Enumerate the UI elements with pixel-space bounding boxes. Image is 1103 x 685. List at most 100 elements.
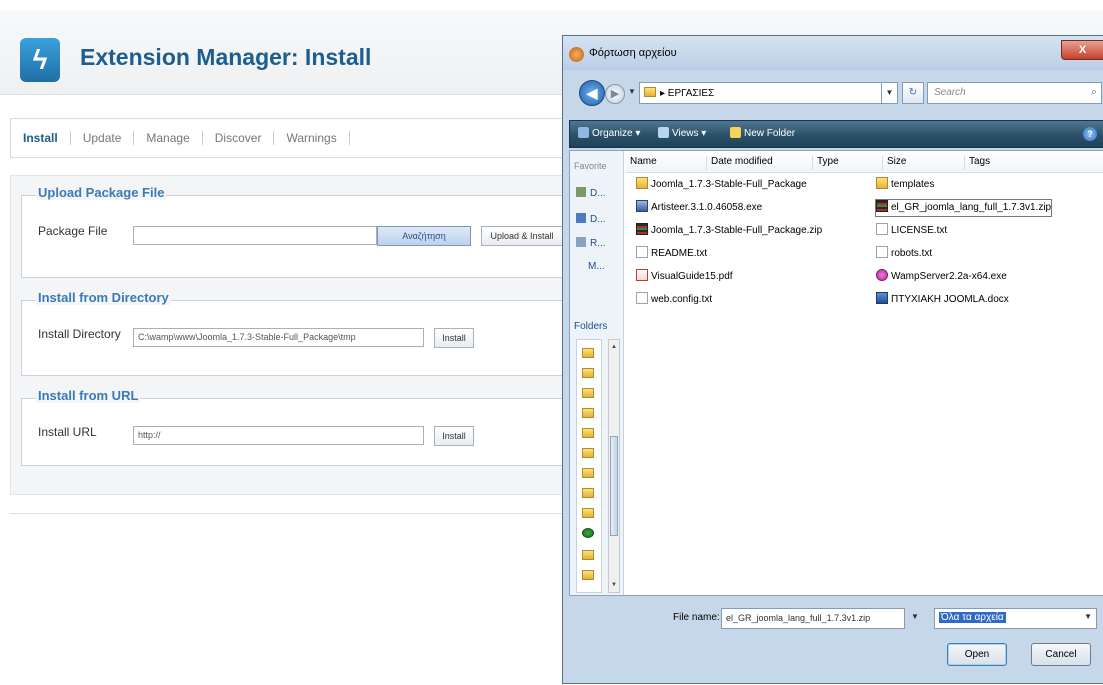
breadcrumb-path: ▸ ΕΡΓΑΣΙΕΣ: [660, 88, 715, 99]
install-directory-label: Install Directory: [38, 327, 121, 341]
page-title: Extension Manager: Install: [80, 44, 372, 70]
folder-icon[interactable]: [582, 570, 594, 580]
folder-icon[interactable]: [582, 550, 594, 560]
exe-icon: [636, 200, 648, 212]
browse-button[interactable]: Αναζήτηση: [377, 226, 471, 246]
back-arrow-icon[interactable]: ◀: [579, 80, 605, 106]
folder-icon: [644, 87, 656, 97]
upload-package-legend: Upload Package File: [36, 185, 167, 200]
folder-icon[interactable]: [582, 368, 594, 378]
forward-arrow-icon[interactable]: ▶: [605, 84, 625, 104]
column-size[interactable]: Size: [882, 156, 964, 170]
column-type[interactable]: Type: [812, 156, 882, 170]
documents-icon: [576, 213, 586, 223]
folder-icon[interactable]: [582, 388, 594, 398]
file-item[interactable]: WampServer2.2a-x64.exe: [876, 269, 1007, 285]
file-name-input[interactable]: el_GR_joomla_lang_full_1.7.3v1.zip: [721, 608, 905, 629]
folder-icon[interactable]: [582, 488, 594, 498]
folder-tree-scrollbar[interactable]: ▲ ▼: [608, 339, 620, 593]
install-url-legend: Install from URL: [36, 388, 141, 403]
install-url-input[interactable]: http://: [133, 426, 424, 445]
tab-manage[interactable]: Manage: [134, 131, 203, 145]
column-date-modified[interactable]: Date modified: [706, 156, 812, 170]
folder-icon[interactable]: [582, 348, 594, 358]
scrollbar-thumb[interactable]: [610, 436, 618, 536]
dialog-footer: File name: el_GR_joomla_lang_full_1.7.3v…: [569, 598, 1103, 685]
recent-icon: [576, 237, 586, 247]
column-tags[interactable]: Tags: [964, 156, 1103, 170]
file-item[interactable]: ΠΤΥΧΙΑΚΗ JOOMLA.docx: [876, 292, 1009, 308]
file-item[interactable]: Joomla_1.7.3-Stable-Full_Package: [636, 177, 807, 193]
file-item[interactable]: templates: [876, 177, 934, 193]
upload-install-button[interactable]: Upload & Install: [481, 226, 563, 246]
file-item[interactable]: VisualGuide15.pdf: [636, 269, 733, 285]
help-icon[interactable]: ?: [1083, 127, 1097, 141]
file-type-select[interactable]: Όλα τα αρχεία ▼: [934, 608, 1097, 629]
pdf-icon: [636, 269, 648, 281]
folders-header[interactable]: Folders: [574, 321, 607, 332]
text-file-icon: [636, 292, 648, 304]
search-icon[interactable]: ⌕: [1091, 86, 1097, 99]
folder-icon[interactable]: [582, 408, 594, 418]
cancel-button[interactable]: Cancel: [1031, 643, 1091, 666]
file-item[interactable]: web.config.txt: [636, 292, 712, 308]
install-url-button[interactable]: Install: [434, 426, 474, 446]
column-name[interactable]: Name: [626, 156, 706, 170]
history-dropdown-icon[interactable]: ▼: [628, 87, 636, 96]
organize-icon: [578, 127, 589, 138]
favorite-link-more[interactable]: M...: [588, 261, 605, 272]
folder-icon[interactable]: [582, 448, 594, 458]
breadcrumb[interactable]: ▸ ΕΡΓΑΣΙΕΣ: [639, 82, 882, 104]
file-item[interactable]: LICENSE.txt: [876, 223, 947, 239]
file-item-selected[interactable]: el_GR_joomla_lang_full_1.7.3v1.zip: [874, 199, 1053, 217]
scroll-down-icon[interactable]: ▼: [609, 580, 619, 590]
file-item[interactable]: Artisteer.3.1.0.46058.exe: [636, 200, 762, 216]
folder-tree[interactable]: [576, 339, 602, 593]
wamp-icon: [876, 269, 888, 281]
text-file-icon: [876, 246, 888, 258]
file-item[interactable]: README.txt: [636, 246, 707, 262]
file-item[interactable]: robots.txt: [876, 246, 932, 262]
tab-install[interactable]: Install: [11, 131, 71, 145]
text-file-icon: [876, 223, 888, 235]
tab-warnings[interactable]: Warnings: [274, 131, 350, 145]
organize-menu[interactable]: Organize ▾: [578, 127, 640, 139]
package-file-input[interactable]: [133, 226, 377, 245]
organize-label: Organize ▾: [592, 128, 641, 139]
folder-icon[interactable]: [582, 468, 594, 478]
tree-icon[interactable]: [582, 528, 594, 538]
close-icon[interactable]: X: [1061, 40, 1103, 60]
views-label: Views ▾: [672, 128, 707, 139]
scroll-up-icon[interactable]: ▲: [609, 342, 619, 352]
folder-icon: [876, 177, 888, 189]
new-folder-label: New Folder: [744, 128, 796, 139]
word-doc-icon: [876, 292, 888, 304]
file-item[interactable]: Joomla_1.7.3-Stable-Full_Package.zip: [636, 223, 822, 239]
favorite-link-documents[interactable]: D...: [576, 213, 606, 225]
tab-discover[interactable]: Discover: [203, 131, 275, 145]
favorite-links-header: Favorite: [574, 161, 607, 171]
file-name-dropdown-icon[interactable]: ▼: [911, 612, 919, 621]
search-input[interactable]: Search ⌕: [927, 82, 1102, 104]
open-button[interactable]: Open: [947, 643, 1007, 666]
command-toolbar: Organize ▾ Views ▾ New Folder ?: [569, 120, 1103, 148]
tab-update[interactable]: Update: [71, 131, 135, 145]
address-dropdown-icon[interactable]: ▼: [882, 82, 898, 104]
folder-icon: [636, 177, 648, 189]
install-directory-button[interactable]: Install: [434, 328, 474, 348]
text-file-icon: [636, 246, 648, 258]
dialog-title: Φόρτωση αρχείου: [589, 47, 677, 59]
favorite-link-recent[interactable]: R...: [576, 237, 606, 249]
favorite-link-desktop[interactable]: D...: [576, 187, 606, 199]
joomla-logo-icon: ϟ: [20, 38, 60, 82]
views-menu[interactable]: Views ▾: [658, 127, 706, 139]
package-file-label: Package File: [38, 224, 108, 238]
new-folder-icon: [730, 127, 741, 138]
install-directory-input[interactable]: C:\wamp\www\Joomla_1.7.3-Stable-Full_Pac…: [133, 328, 424, 347]
folder-icon[interactable]: [582, 428, 594, 438]
dialog-titlebar[interactable]: Φόρτωση αρχείου X: [563, 36, 1103, 70]
chevron-down-icon[interactable]: ▼: [1084, 612, 1092, 621]
refresh-icon[interactable]: ↻: [902, 82, 924, 104]
folder-icon[interactable]: [582, 508, 594, 518]
new-folder-button[interactable]: New Folder: [730, 127, 795, 139]
